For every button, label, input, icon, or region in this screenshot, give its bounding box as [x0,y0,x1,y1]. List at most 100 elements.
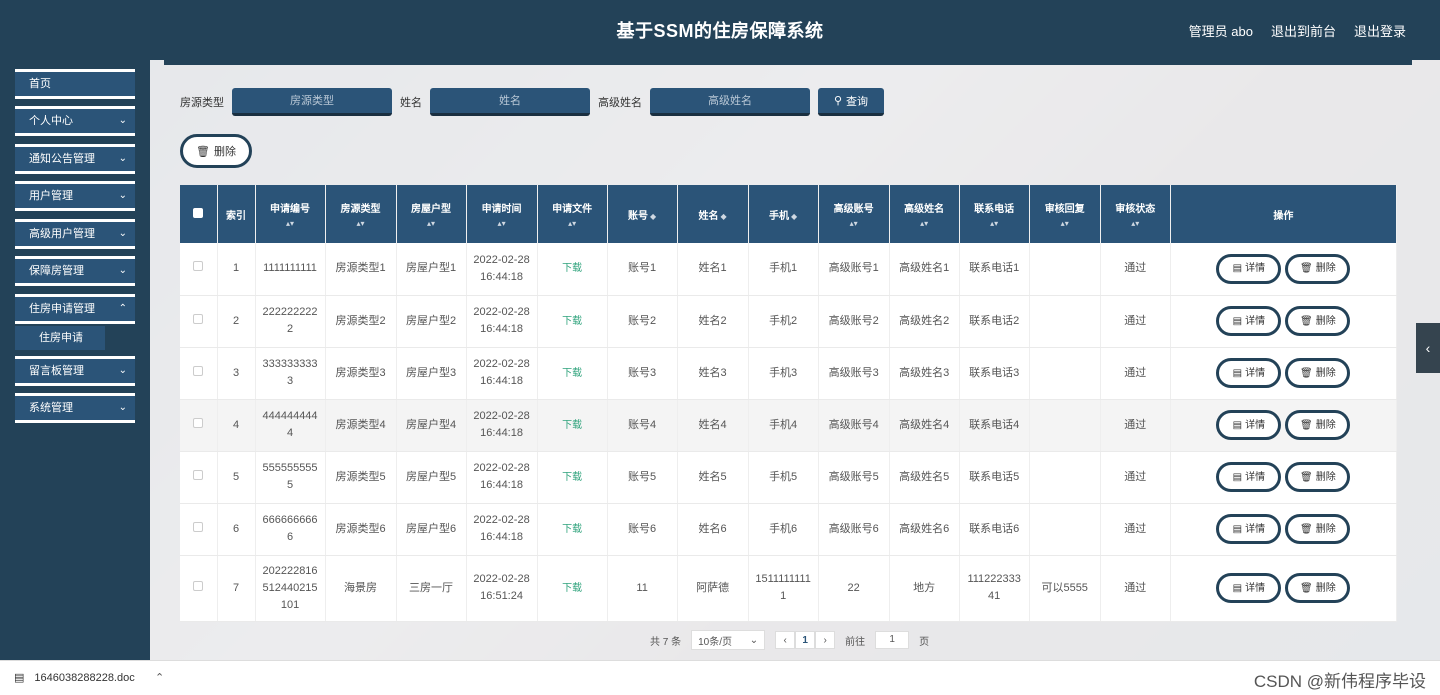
sort-icon[interactable]: ▴▾ [1030,219,1100,228]
cell-time: 2022-02-28 16:44:18 [466,399,538,452]
delete-button[interactable]: 🗑 删除 [1285,306,1351,336]
side-collapse-tab[interactable]: ‹ [1416,323,1440,373]
sort-icon[interactable]: ▴▾ [890,219,959,228]
sidebar-item-senior-users[interactable]: 高级用户管理 ⌄ [15,219,135,249]
table-row: 7 202222816512440215101 海景房 三房一厅 2022-02-28 … [180,555,1398,622]
select-all-checkbox[interactable] [180,185,218,243]
sort-icon[interactable]: ▴▾ [326,219,396,228]
download-item[interactable]: ▤ 1646038288228.doc [14,671,135,685]
cell-name: 姓名5 [677,451,749,504]
delete-button[interactable]: 🗑 删除 [1285,410,1351,440]
logout-link[interactable]: 退出登录 [1354,21,1406,40]
document-icon: ▤ [1232,582,1243,594]
name-input[interactable] [430,88,590,116]
chevron-down-icon: ⌄ [118,228,127,239]
row-checkbox[interactable] [180,555,218,622]
delete-button[interactable]: 🗑 删除 [1285,253,1351,284]
detail-button[interactable]: ▤ 详情 [1216,514,1282,544]
batch-delete-button[interactable]: 🗑 删除 [180,134,252,168]
goto-page-input[interactable]: 1 [875,631,910,649]
col-header-sortable[interactable]: 姓名 ◆ [677,185,749,243]
delete-button[interactable]: 🗑 删除 [1285,462,1351,492]
sort-icon[interactable]: ▴▾ [960,219,1029,228]
col-header-sortable[interactable]: 审核状态 ▴▾ [1100,185,1171,243]
detail-button[interactable]: ▤ 详情 [1216,462,1282,492]
chevron-up-icon[interactable]: ⌃ [155,671,164,684]
detail-button[interactable]: ▤ 详情 [1216,253,1282,284]
col-header-sortable[interactable]: 账号 ◆ [607,185,678,243]
sidebar-item-personal-center[interactable]: 个人中心 ⌄ [15,106,135,136]
sidebar-item-housing[interactable]: 保障房管理 ⌄ [15,256,135,286]
page-unit-label: 页 [919,636,930,648]
cell-gacct: 高级账号4 [818,399,890,452]
sidebar-item-notice[interactable]: 通知公告管理 ⌄ [15,144,135,174]
batch-delete-label: 删除 [213,146,236,158]
cell-no: 5555555555 [255,451,326,504]
sidebar-item-housing-application[interactable]: 住房申请管理 ⌃ [15,294,135,324]
col-header-sortable[interactable]: 审核回复 ▴▾ [1029,185,1101,243]
row-checkbox[interactable] [180,399,218,452]
row-checkbox[interactable] [180,503,218,556]
delete-button[interactable]: 🗑 删除 [1285,573,1351,603]
sort-icon[interactable]: ▴▾ [538,219,607,228]
download-link[interactable]: 下载 [562,263,582,274]
cell-no: 1111111111 [255,243,326,296]
download-link[interactable]: 下载 [562,420,582,431]
prev-page-button[interactable]: ‹ [775,631,796,649]
delete-button[interactable]: 🗑 删除 [1285,358,1351,388]
sidebar-item-users[interactable]: 用户管理 ⌄ [15,181,135,211]
sort-icon[interactable]: ◆ [721,212,727,221]
col-header-sortable[interactable]: 申请文件 ▴▾ [537,185,608,243]
page-number-current[interactable]: 1 [795,631,816,649]
page-size-select[interactable]: 10条/页 ⌄ [691,630,766,650]
col-header-label: 房源类型 [340,204,381,215]
detail-button[interactable]: ▤ 详情 [1216,306,1282,336]
col-header-sortable[interactable]: 联系电话 ▴▾ [959,185,1030,243]
detail-button[interactable]: ▤ 详情 [1216,573,1282,603]
cell-time: 2022-02-28 16:44:18 [466,347,538,400]
cell-tel: 联系电话5 [959,451,1030,504]
senior-name-input[interactable] [650,88,810,116]
sort-icon[interactable]: ◆ [791,212,797,221]
download-link[interactable]: 下载 [562,472,582,483]
cell-tel: 11122233341 [959,555,1030,622]
sidebar-subitem-application[interactable]: 住房申请 [15,326,105,350]
document-icon: ▤ [1232,367,1243,379]
col-header-sortable[interactable]: 申请时间 ▴▾ [466,185,538,243]
col-header-sortable[interactable]: 房源类型 ▴▾ [325,185,397,243]
detail-button[interactable]: ▤ 详情 [1216,410,1282,440]
sort-icon[interactable]: ▴▾ [397,219,466,228]
row-checkbox[interactable] [180,451,218,504]
housing-type-input[interactable] [232,88,392,116]
sort-icon[interactable]: ▴▾ [819,219,889,228]
detail-button[interactable]: ▤ 详情 [1216,358,1282,388]
col-header-sortable[interactable]: 房屋户型 ▴▾ [396,185,467,243]
cell-reply: 可以5555 [1029,555,1101,622]
sidebar-item-message-board[interactable]: 留言板管理 ⌄ [15,356,135,386]
sidebar-item-home[interactable]: 首页 [15,69,135,99]
next-page-button[interactable]: › [815,631,836,649]
col-header-sortable[interactable]: 申请编号 ▴▾ [255,185,326,243]
row-checkbox[interactable] [180,295,218,348]
col-header-sortable[interactable]: 手机 ◆ [748,185,819,243]
sort-icon[interactable]: ▴▾ [467,219,537,228]
sort-icon[interactable]: ◆ [650,212,656,221]
delete-button[interactable]: 🗑 删除 [1285,514,1351,544]
cell-status: 通过 [1100,451,1171,504]
row-checkbox[interactable] [180,243,218,296]
cell-phone: 手机6 [748,503,819,556]
download-link[interactable]: 下载 [562,316,582,327]
download-link[interactable]: 下载 [562,524,582,535]
search-button[interactable]: ⚲ 查询 [818,88,884,116]
sort-icon[interactable]: ▴▾ [1101,219,1170,228]
col-header-sortable[interactable]: 高级姓名 ▴▾ [889,185,960,243]
sort-icon[interactable]: ▴▾ [256,219,325,228]
sidebar-item-system[interactable]: 系统管理 ⌄ [15,393,135,423]
back-to-front-link[interactable]: 退出到前台 [1271,21,1336,40]
cell-phone: 手机2 [748,295,819,348]
col-header-sortable[interactable]: 高级账号 ▴▾ [818,185,890,243]
download-link[interactable]: 下载 [562,368,582,379]
cell-actions: ▤ 详情 🗑 删除 [1170,451,1398,504]
download-link[interactable]: 下载 [562,583,582,594]
row-checkbox[interactable] [180,347,218,400]
